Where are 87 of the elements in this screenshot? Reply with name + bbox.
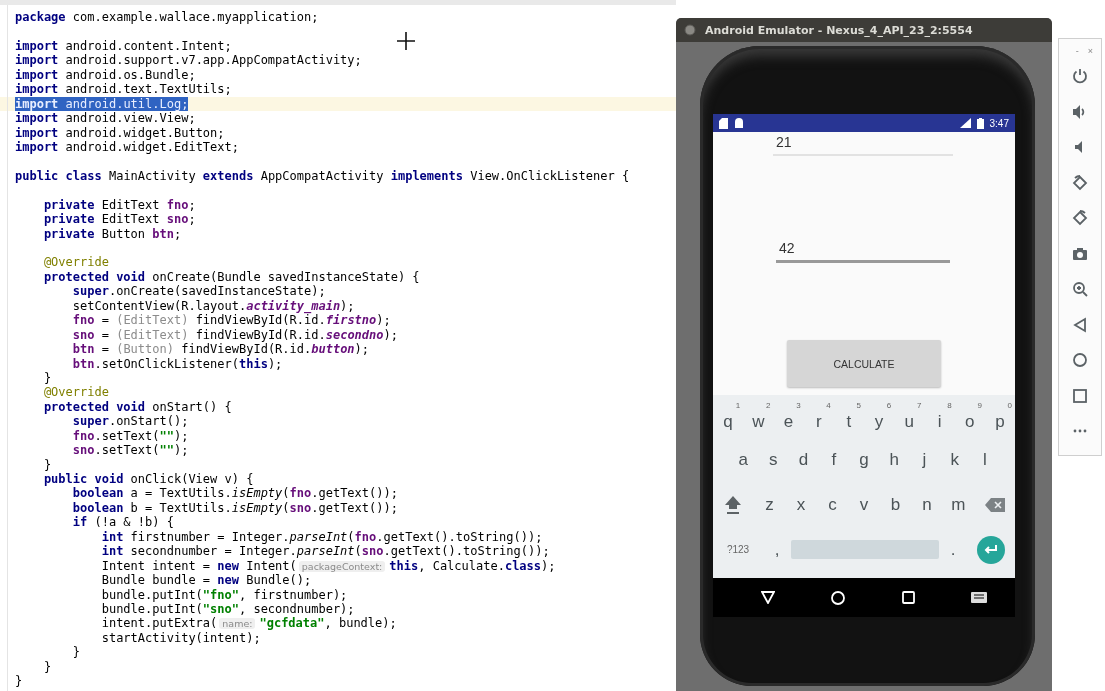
code-line: } — [42, 370, 52, 386]
close-icon[interactable] — [684, 24, 696, 36]
code-line: import android.view.View; — [15, 111, 196, 126]
keyboard-key[interactable]: a — [728, 444, 759, 475]
code-line: import android.widget.EditText; — [15, 139, 239, 155]
close-button[interactable]: × — [1087, 43, 1093, 59]
code-line: import android.support.v7.app.AppCompatActivity; — [15, 53, 362, 68]
home-icon[interactable] — [1072, 352, 1088, 368]
rotate-right-icon[interactable] — [1072, 210, 1088, 226]
code-line: if (!a & !b) { — [71, 515, 174, 530]
code-line: import android.content.Intent; — [15, 38, 232, 54]
keyboard-key[interactable]: n — [911, 489, 943, 520]
code-line: setContentView(R.layout.activity_main); — [71, 298, 355, 314]
code-line: import android.os.Bundle; — [15, 67, 196, 83]
power-icon[interactable] — [1072, 68, 1088, 84]
keyboard-key[interactable]: m — [942, 489, 975, 520]
camera-icon[interactable] — [1072, 245, 1088, 262]
code-line: sno = (EditText) findViewById(R.id.secondno); — [71, 327, 398, 343]
code-line: private Button btn; — [42, 226, 182, 241]
keyboard-key[interactable]: g — [848, 444, 880, 475]
keyboard-key[interactable]: . — [939, 534, 967, 565]
code-line: protected void onStart() { — [42, 399, 232, 415]
signal-icon — [959, 118, 971, 128]
rotate-left-icon[interactable] — [1072, 174, 1088, 191]
keyboard-icon[interactable] — [970, 592, 987, 603]
keyboard-key[interactable]: x — [785, 489, 817, 520]
window-title: Android Emulator - Nexus_4_API_23_2:5554 — [705, 23, 973, 37]
keyboard-key[interactable]: b — [879, 489, 912, 520]
code-line: package com.example.wallace.myapplication; — [15, 10, 319, 25]
code-line: btn = (Button) findViewById(R.id.button); — [71, 342, 370, 357]
number-input-field[interactable]: 21 — [773, 132, 953, 156]
code-line: public class MainActivity extends AppCompatActivity implements View.OnClickListener { — [15, 168, 630, 184]
code-line: boolean a = TextUtils.isEmpty(fno.getText()); — [71, 486, 398, 501]
backspace-icon[interactable] — [984, 497, 1005, 512]
keyboard-key[interactable]: d — [788, 444, 819, 475]
keyboard-key[interactable]: c — [816, 489, 849, 520]
code-line: private EditText sno; — [42, 212, 196, 227]
code-line: fno.setText(""); — [71, 428, 189, 444]
code-line: @Override — [42, 255, 109, 270]
code-line: private EditText fno; — [42, 197, 196, 213]
back-icon[interactable] — [1072, 316, 1088, 333]
code-line: int secondnumber = Integer.parseInt(sno.getText().toString()); — [100, 544, 550, 559]
keyboard-key[interactable]: k — [939, 444, 970, 475]
code-line: bundle.putInt("sno", secondnumber); — [100, 601, 355, 617]
code-line: super.onCreate(savedInstanceState); — [71, 284, 326, 299]
code-line: boolean b = TextUtils.isEmpty(sno.getText()); — [71, 500, 398, 516]
notification-icon — [734, 118, 744, 128]
symbols-key[interactable]: ?123 — [713, 534, 763, 565]
number-input-field[interactable]: 42 — [776, 238, 950, 263]
code-line: int firstnumber = Integer.parseInt(fno.getText().toString()); — [100, 529, 543, 545]
code-line: public void onClick(View v) { — [42, 472, 254, 487]
code-line: protected void onCreate(Bundle savedInstanceState) { — [42, 269, 420, 285]
calculate-button[interactable]: CALCULATE — [787, 340, 941, 387]
battery-icon — [976, 117, 984, 129]
back-icon[interactable] — [761, 591, 776, 604]
code-line: sno.setText(""); — [71, 443, 189, 458]
crosshair-cursor-icon — [396, 31, 416, 51]
keyboard-key[interactable]: j — [909, 444, 940, 475]
keyboard-key[interactable]: h — [879, 444, 910, 475]
code-line: startActivity(intent); — [100, 630, 261, 646]
keyboard-key[interactable]: f — [818, 444, 849, 475]
code-line: super.onStart(); — [71, 414, 189, 429]
code-line: btn.setOnClickListener(this); — [71, 356, 283, 371]
code-line: Intent intent = new Intent( packageContext: this, Calculate.class); — [100, 558, 556, 574]
keyboard-key[interactable]: , — [763, 534, 791, 565]
keyboard-key[interactable]: v — [848, 489, 880, 520]
code-line: import android.widget.Button; — [15, 125, 225, 140]
code-line: import android.text.TextUtils; — [15, 82, 232, 97]
minimize-button[interactable]: - — [1075, 43, 1079, 59]
clock-time: 3:47 — [989, 117, 1009, 129]
code-line: bundle.putInt("fno", firstnumber); — [100, 587, 348, 602]
code-line: } — [42, 659, 52, 675]
keyboard-key[interactable]: z — [753, 489, 786, 520]
enter-key[interactable] — [977, 535, 1005, 564]
code-line: } — [15, 674, 23, 689]
code-line: } — [71, 645, 81, 660]
code-line: Bundle bundle = new Bundle(); — [100, 573, 312, 588]
keyboard-key[interactable]: l — [969, 444, 1000, 475]
shift-icon[interactable] — [724, 494, 743, 515]
code-line: @Override — [42, 385, 109, 400]
code-line: fno = (EditText) findViewById(R.id.firstno); — [71, 313, 391, 328]
keyboard-key[interactable]: s — [758, 444, 789, 475]
code-line: } — [42, 457, 52, 472]
code-line: intent.putExtra( name: "gcfdata", bundle); — [100, 616, 397, 632]
enter-arrow-icon — [984, 544, 998, 555]
zoom-icon[interactable] — [1072, 281, 1088, 297]
sd-card-icon — [719, 117, 728, 129]
